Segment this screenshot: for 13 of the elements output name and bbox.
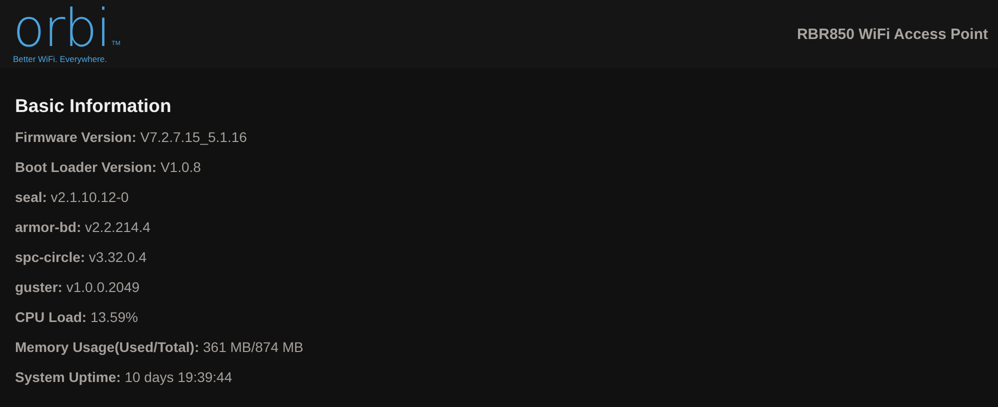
logo-tagline: Better WiFi. Everywhere. (13, 54, 108, 64)
info-line: CPU Load: 13.59% (15, 309, 139, 325)
info-line: Memory Usage(Used/Total): 361 MB/874 MB (15, 339, 304, 355)
device-title: RBR850 WiFi Access Point (796, 26, 988, 42)
section-title: Basic Information (15, 94, 172, 118)
info-line: spc-circle: v3.32.0.4 (15, 249, 148, 265)
orbi-logo: orbi (13, 6, 110, 50)
info-line: armor-bd: v2.2.214.4 (15, 219, 152, 235)
info-line: Firmware Version: V7.2.7.15_5.1.16 (15, 129, 248, 145)
info-line: guster: v1.0.0.2049 (15, 279, 141, 295)
info-line: System Uptime: 10 days 19:39:44 (15, 369, 234, 385)
info-line: seal: v2.1.10.12-0 (15, 189, 130, 205)
info-line: Boot Loader Version: V1.0.8 (15, 159, 202, 175)
